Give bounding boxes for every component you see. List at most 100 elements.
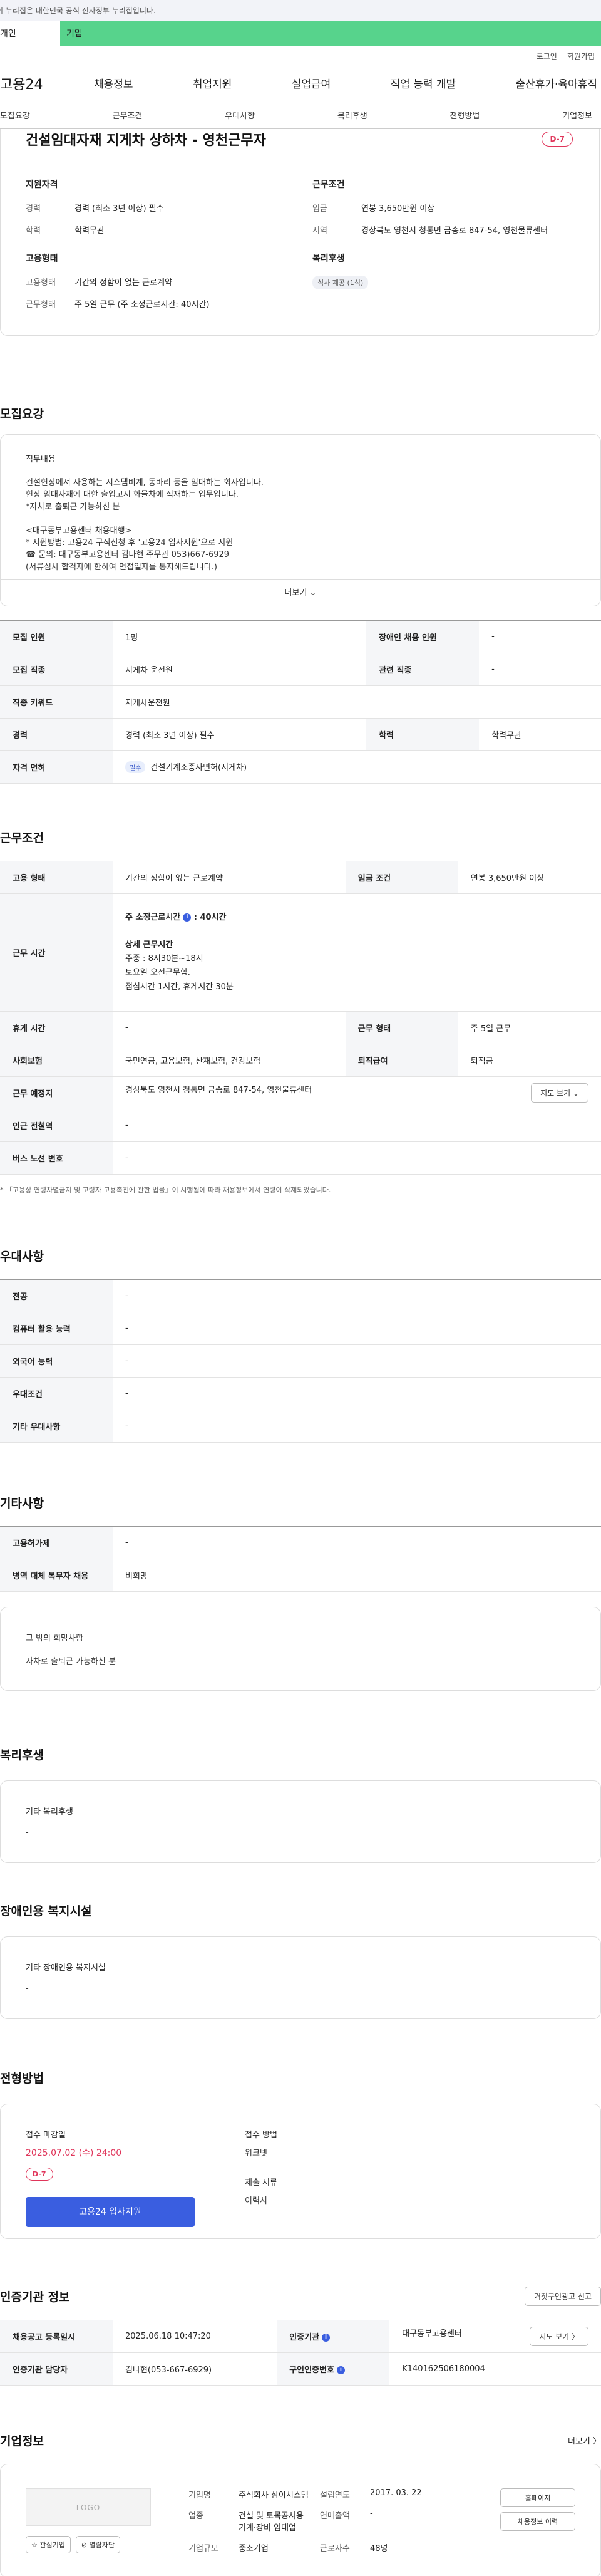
tab-personal[interactable]: 개인 [0,21,60,46]
welfare-heading: 기타 복리후생 [26,1807,73,1817]
industry-label: 업종 [188,2511,203,2521]
anchor-company[interactable]: 기업정보 [562,109,592,121]
company-logo: LOGO [26,2488,151,2526]
computer-value: - [113,1312,601,1345]
more-button[interactable]: 더보기 ⌄ [1,579,600,606]
cert-org-value: 대구동부고용센터 [402,2329,462,2339]
table-row: 근무 예정지 경상북도 영천시 청통면 금송로 847-54, 영천물류센터 지도… [0,1076,601,1109]
emptype-value: 기간의 정함이 없는 근로계약 [74,278,172,288]
gnb-unemployment-benefit[interactable]: 실업급여 [292,75,331,91]
hours-detail-line: 점심시간 1시간, 휴게시간 30분 [125,982,234,992]
bus-value: - [113,1141,601,1175]
tab-company[interactable]: 기업 [60,21,601,46]
employment-heading: 고용형태 [26,254,58,264]
join-link[interactable]: 회원가입 [567,51,595,61]
recruit-section-title: 모집요강 [0,407,44,421]
table-row: 전공 - [0,1279,601,1312]
company-name-label: 기업명 [188,2490,211,2500]
insurance-label: 사회보험 [0,1044,113,1077]
recruit-table: 모집 인원 1명 장애인 채용 인원 - 모집 직종 지게차 운전원 관련 직종… [0,620,601,784]
method-heading: 접수 방법 [245,2130,277,2140]
anchor-recruit[interactable]: 모집요강 [0,109,30,121]
employees-value: 48명 [370,2543,388,2553]
gnb-skills-development[interactable]: 직업 능력 개발 [391,75,456,91]
gnb-parental-leave[interactable]: 출산휴가·육아휴직 [515,75,597,91]
disabled-hire-label: 장애인 채용 인원 [366,620,480,653]
other-pref-value: - [113,1410,601,1443]
license-label: 자격 면허 [0,750,113,784]
hours-detail-line: 주중 : 8시30분~18시 [125,954,203,964]
job-type-value: 지게차 운전원 [113,653,367,686]
severance-value: 퇴직금 [458,1044,601,1077]
required-chip: 필수 [125,761,146,774]
site-logo[interactable]: 고용24 [0,73,94,93]
major-value: - [113,1279,601,1312]
anchor-welfare[interactable]: 복리후생 [337,109,367,121]
duty-line: ☎ 문의: 대구동부고용센터 김나현 주무관 053)667-6929 [26,550,230,560]
process-box: 접수 마감일 2025.07.02 (수) 24:00 D-7 고용24 입사지… [0,2103,601,2239]
duty-line: <대구동부고용센터 채용대행> [26,526,132,536]
interest-company-button[interactable]: ☆ 관심기업 [26,2535,71,2553]
apply-button[interactable]: 고용24 입사지원 [26,2196,195,2227]
table-row: 모집 직종 지게차 운전원 관련 직종 - [0,653,601,686]
rest-value: - [113,1011,346,1044]
cert-id-label: 구인인증번호 [289,2365,334,2375]
wage-value: 연봉 3,650만원 이상 [361,204,435,214]
deadline-value: 2025.07.02 (수) 24:00 [26,2148,122,2158]
staff-label: 인증기관 담당자 [0,2352,113,2386]
sales-value: - [370,2508,373,2518]
cert-org-label: 인증기관 [289,2332,320,2342]
cert-section-title: 인증기관 정보 [0,2290,70,2304]
gnb-jobs[interactable]: 채용정보 [94,75,133,91]
wage-label: 임금 조건 [345,860,458,894]
info-icon[interactable]: i [322,2333,331,2342]
duty-line: *자차로 출퇴근 가능하신 분 [26,502,120,512]
military-value: 비희망 [113,1559,601,1592]
dday-badge: D-7 [542,132,573,147]
job-history-button[interactable]: 채용정보 이력 [500,2511,575,2531]
workplace-value: 경상북도 영천시 청통면 금송로 847-54, 영천물류센터 [125,1085,312,1095]
duty-heading: 직무내용 [26,455,56,464]
info-icon[interactable]: i [183,913,192,922]
facility-box: 기타 장애인용 복지시설 - [0,1936,601,2019]
table-row: 컴퓨터 활용 능력 - [0,1312,601,1345]
map-view-button[interactable]: 지도 보기 ⌄ [531,1083,588,1103]
career-value: 경력 (최소 3년 이상) 필수 [113,718,367,751]
related-job-value: - [479,653,601,686]
anchor-preference[interactable]: 우대사항 [225,109,255,121]
preference-section-title: 우대사항 [0,1249,44,1264]
process-section-title: 전형방법 [0,2071,44,2085]
headcount-value: 1명 [113,620,367,653]
report-fake-ad-button[interactable]: 거짓구인광고 신고 [524,2286,601,2306]
table-row: 채용공고 등록일시 2025.06.18 10:47:20 인증기관 i 대구동부… [0,2319,601,2353]
edu-value: 학력무관 [74,226,105,236]
language-label: 외국어 능력 [0,1344,113,1378]
info-icon[interactable]: i [336,2366,345,2374]
career-value: 경력 (최소 3년 이상) 필수 [74,204,164,214]
anchor-conditions[interactable]: 근무조건 [113,109,143,121]
deadline-heading: 접수 마감일 [26,2130,66,2140]
hours-label: 근무 시간 [0,893,113,1012]
global-nav: 고용24 채용정보 취업지원 실업급여 직업 능력 개발 출산휴가·육아휴직 [0,65,601,101]
emptype-value: 기간의 정함이 없는 근로계약 [113,860,346,894]
company-more-link[interactable]: 더보기 〉 [568,2434,601,2446]
homepage-button[interactable]: 홈페이지 [500,2488,575,2507]
block-view-button[interactable]: ⊘ 열람차단 [75,2535,121,2553]
job-title: 건설임대자재 지게차 상하차 - 영천근무자 [26,133,266,148]
edu-value: 학력무관 [479,718,601,751]
gnb-employment-support[interactable]: 취업지원 [193,75,232,91]
keyword-label: 직종 키워드 [0,685,113,719]
dday-badge: D-7 [26,2167,53,2181]
subway-label: 인근 전철역 [0,1109,113,1142]
welfare-text: - [26,1827,29,1837]
cert-table: 채용공고 등록일시 2025.06.18 10:47:20 인증기관 i 대구동부… [0,2319,601,2386]
anchor-process[interactable]: 전형방법 [450,109,480,121]
meal-chip: 식사 제공 (1식) [312,276,369,289]
edu-label: 학력 [366,718,480,751]
gov-notice-bar: 이 누리집은 대한민국 공식 전자정부 누리집입니다. [0,0,601,21]
login-link[interactable]: 로그인 [537,51,557,61]
preference-table: 전공 - 컴퓨터 활용 능력 - 외국어 능력 - 우대조건 - 기타 우대사항 - [0,1279,601,1443]
cert-map-button[interactable]: 지도 보기 〉 [530,2326,588,2346]
worktype-label: 근무형태 [26,300,56,309]
company-size-label: 기업규모 [188,2543,218,2553]
